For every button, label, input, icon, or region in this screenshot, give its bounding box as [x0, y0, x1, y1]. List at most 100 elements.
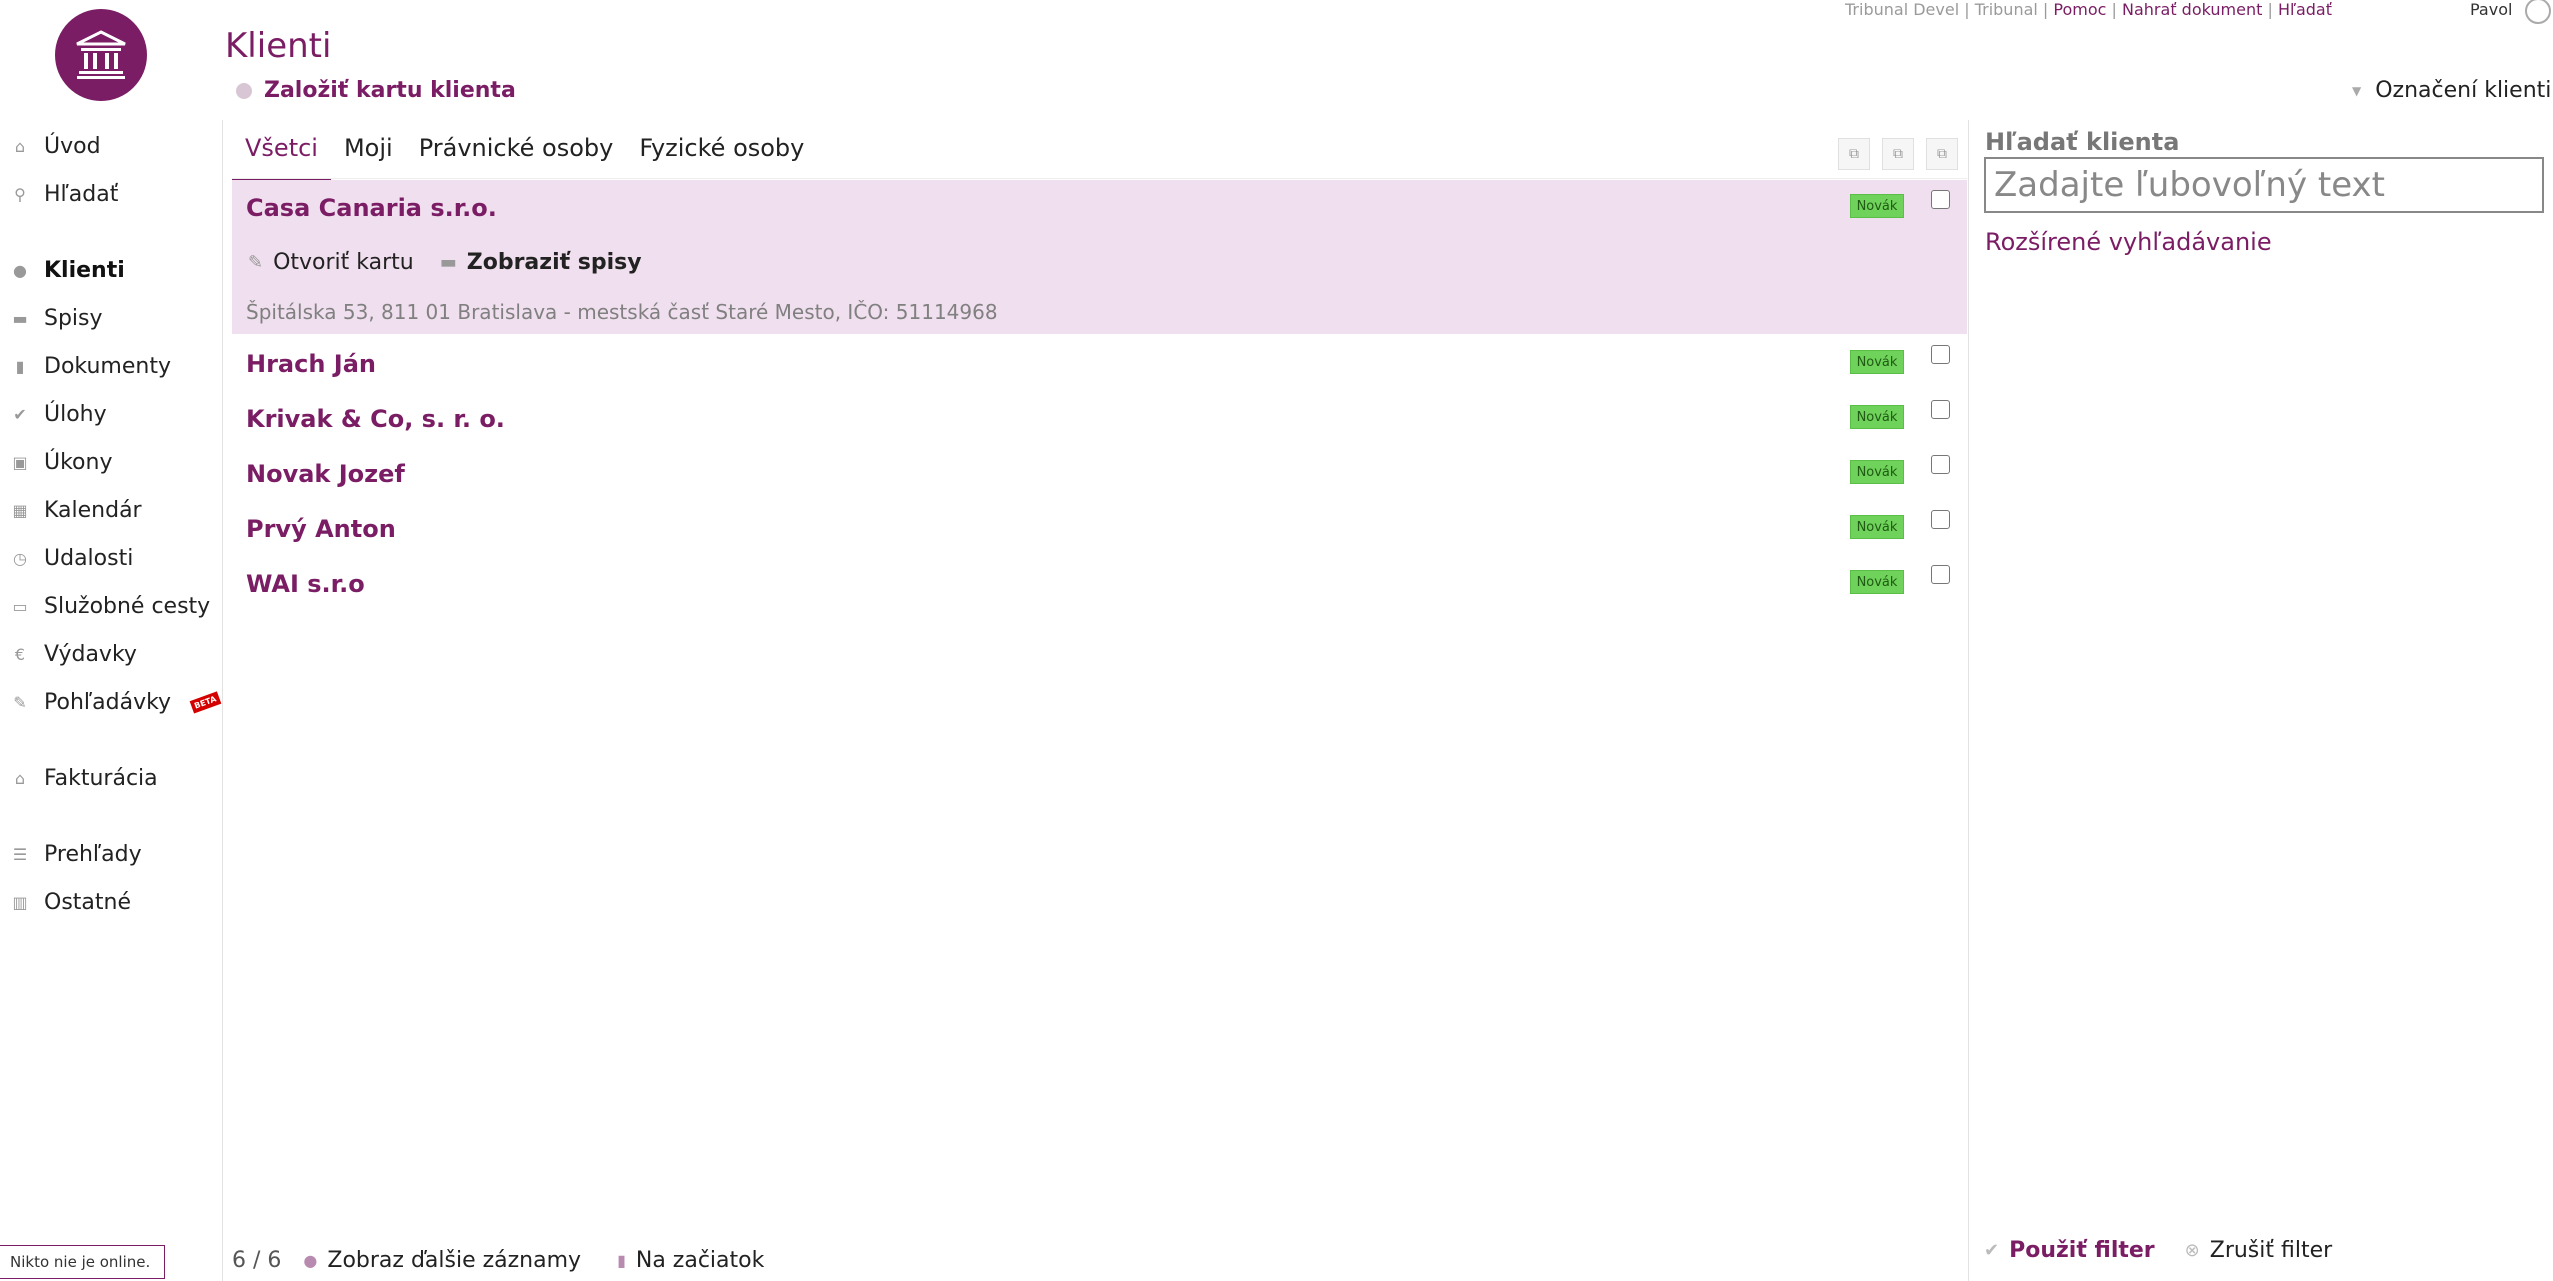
- owner-badge: Novák: [1850, 515, 1904, 539]
- sidebar-item-other[interactable]: ▥ Ostatné: [10, 890, 131, 915]
- sidebar-item-label: Výdavky: [44, 642, 137, 667]
- env-label: Tribunal Devel: [1845, 0, 1960, 19]
- sidebar-item-calendar[interactable]: ▦ Kalendár: [10, 498, 141, 523]
- client-name-link[interactable]: WAI s.r.o: [246, 570, 365, 598]
- advanced-search-link[interactable]: Rozšírené vyhľadávanie: [1985, 228, 2272, 256]
- cancel-filter-button[interactable]: ⊗ Zrušiť filter: [2185, 1238, 2333, 1263]
- sidebar-item-label: Prehľady: [44, 842, 142, 867]
- show-files-button[interactable]: ▬ Zobraziť spisy: [440, 250, 642, 275]
- owner-badge: Novák: [1850, 194, 1904, 218]
- client-name-link[interactable]: Prvý Anton: [246, 515, 396, 543]
- plus-circle-icon: [236, 82, 252, 99]
- search-input[interactable]: [1984, 157, 2544, 213]
- table-row[interactable]: Krivak & Co, s. r. o. Novák: [232, 389, 1967, 444]
- create-client-card-label: Založiť kartu klienta: [264, 78, 516, 103]
- check-icon: ✔: [1984, 1240, 2000, 1261]
- row-checkbox[interactable]: [1931, 345, 1950, 364]
- sidebar-item-invoicing[interactable]: ⌂ Fakturácia: [10, 766, 158, 791]
- owner-badge: Novák: [1850, 405, 1904, 429]
- app-logo[interactable]: [55, 9, 147, 101]
- sidebar-item-expenses[interactable]: € Výdavky: [10, 642, 137, 667]
- sidebar-item-home[interactable]: ⌂ Úvod: [10, 134, 101, 159]
- owner-badge: Novák: [1850, 570, 1904, 594]
- folder-icon: ▬: [439, 252, 457, 273]
- show-more-label: Zobraz ďalšie záznamy: [327, 1248, 582, 1273]
- document-icon: ▮: [15, 357, 25, 376]
- create-client-card-link[interactable]: Založiť kartu klienta: [236, 78, 516, 103]
- sidebar-item-label: Služobné cesty: [44, 594, 211, 619]
- search-panel-divider: [1968, 120, 1969, 1281]
- pagination: 6 / 6 ● Zobraz ďalšie záznamy ▮ Na začia…: [232, 1248, 784, 1273]
- marked-clients-label: Označení klienti: [2375, 78, 2552, 103]
- car-icon: ▭: [12, 597, 28, 616]
- client-name-link[interactable]: Hrach Ján: [246, 350, 376, 378]
- table-row[interactable]: WAI s.r.o Novák: [232, 554, 1967, 609]
- sidebar-item-documents[interactable]: ▮ Dokumenty: [10, 354, 171, 379]
- tab-natural-persons[interactable]: Fyzické osoby: [626, 126, 817, 178]
- sidebar-item-label: Klienti: [44, 258, 125, 283]
- euro-icon: €: [14, 645, 26, 664]
- help-link[interactable]: Pomoc: [2053, 0, 2106, 19]
- tab-mine[interactable]: Moji: [331, 126, 406, 178]
- apply-filter-button[interactable]: ✔ Použiť filter: [1984, 1238, 2155, 1263]
- sidebar-item-business-trips[interactable]: ▭ Služobné cesty: [10, 594, 210, 619]
- client-name-link[interactable]: Novak Jozef: [246, 460, 405, 488]
- table-row[interactable]: Hrach Ján Novák: [232, 334, 1967, 389]
- table-row[interactable]: Casa Canaria s.r.o. Novák ✎ Otvoriť kart…: [232, 180, 1967, 334]
- top-search-link[interactable]: Hľadať: [2278, 0, 2332, 19]
- search-panel-title: Hľadať klienta: [1985, 128, 2180, 156]
- show-more-button[interactable]: ● Zobraz ďalšie záznamy: [303, 1248, 581, 1273]
- copy-icon[interactable]: ⧉: [1882, 138, 1914, 170]
- tab-all[interactable]: Všetci: [232, 126, 331, 182]
- sidebar-item-label: Udalosti: [44, 546, 134, 571]
- search-icon: ⚲: [14, 185, 26, 204]
- user-name[interactable]: Pavol: [2470, 0, 2512, 19]
- brush-icon: ✎: [13, 693, 27, 712]
- client-name-link[interactable]: Casa Canaria s.r.o.: [246, 194, 497, 222]
- sidebar-item-acts[interactable]: ▣ Úkony: [10, 450, 112, 475]
- sidebar-item-events[interactable]: ◷ Udalosti: [10, 546, 133, 571]
- row-actions: ✎ Otvoriť kartu ▬ Zobraziť spisy: [248, 250, 642, 275]
- show-files-label: Zobraziť spisy: [466, 250, 642, 275]
- client-address: Špitálska 53, 811 01 Bratislava - mestsk…: [246, 300, 998, 324]
- owner-badge: Novák: [1850, 460, 1904, 484]
- tabs-divider: [232, 178, 1967, 179]
- tab-legal-persons[interactable]: Právnické osoby: [406, 126, 627, 178]
- row-checkbox[interactable]: [1931, 510, 1950, 529]
- sidebar-item-label: Pohľadávky: [44, 690, 172, 715]
- row-checkbox[interactable]: [1931, 190, 1950, 209]
- sidebar-item-clients[interactable]: ● Klienti: [10, 258, 125, 283]
- row-checkbox[interactable]: [1931, 455, 1950, 474]
- page-title: Klienti: [225, 26, 332, 66]
- copy-icon[interactable]: ⧉: [1926, 138, 1958, 170]
- table-row[interactable]: Novak Jozef Novák: [232, 444, 1967, 499]
- sidebar-item-overviews[interactable]: ☰ Prehľady: [10, 842, 142, 867]
- client-filter-tabs: Všetci Moji Právnické osoby Fyzické osob…: [232, 126, 817, 182]
- folder-icon: ▬: [12, 309, 28, 328]
- apply-filter-label: Použiť filter: [2009, 1238, 2155, 1263]
- user-avatar-icon[interactable]: [2525, 0, 2551, 24]
- beta-badge: BETA: [189, 691, 222, 714]
- row-checkbox[interactable]: [1931, 565, 1950, 584]
- sidebar-item-receivables[interactable]: ✎ Pohľadávky BETA: [10, 690, 222, 715]
- table-row[interactable]: Prvý Anton Novák: [232, 499, 1967, 554]
- calendar-icon: ▦: [12, 501, 28, 520]
- courthouse-icon: [76, 30, 126, 79]
- record-count: 6 / 6: [232, 1248, 282, 1273]
- client-name-link[interactable]: Krivak & Co, s. r. o.: [246, 405, 505, 433]
- sidebar-item-files[interactable]: ▬ Spisy: [10, 306, 102, 331]
- copy-icon[interactable]: ⧉: [1838, 138, 1870, 170]
- sidebar-item-search[interactable]: ⚲ Hľadať: [10, 182, 118, 207]
- more-icon: ●: [303, 1251, 318, 1270]
- upload-document-link[interactable]: Nahrať dokument: [2122, 0, 2262, 19]
- open-card-button[interactable]: ✎ Otvoriť kartu: [248, 250, 414, 275]
- pencil-icon: ✎: [248, 252, 264, 273]
- back-to-top-button[interactable]: ▮ Na začiatok: [617, 1248, 764, 1273]
- sidebar-item-tasks[interactable]: ✔ Úlohy: [10, 402, 106, 427]
- row-checkbox[interactable]: [1931, 400, 1950, 419]
- briefcase-icon: ▣: [12, 453, 28, 472]
- calculator-icon: ▥: [12, 893, 28, 912]
- sidebar-item-label: Úkony: [44, 450, 113, 475]
- marked-clients-dropdown[interactable]: ▼ Označení klienti: [2352, 78, 2551, 103]
- house-icon: ⌂: [14, 769, 26, 788]
